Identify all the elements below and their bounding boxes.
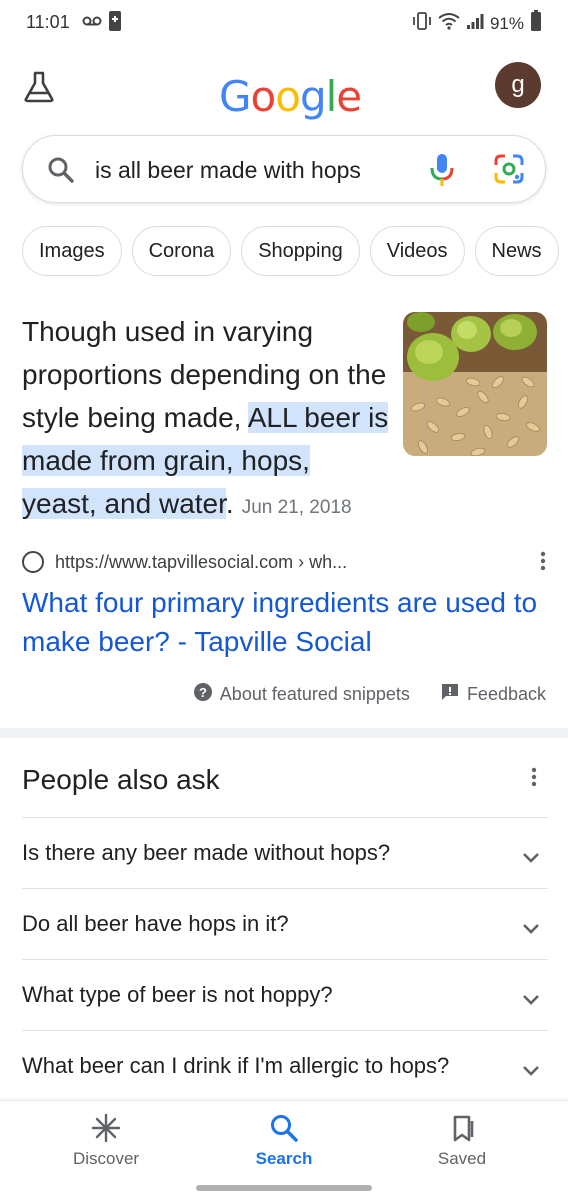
sim-icon [108, 10, 122, 37]
logo-letter: G [219, 72, 252, 121]
signal-icon [466, 12, 484, 35]
svg-text:?: ? [199, 685, 207, 700]
chip-shopping[interactable]: Shopping [241, 226, 360, 276]
chevron-down-icon [522, 986, 540, 1012]
more-options-icon[interactable] [540, 550, 546, 577]
battery-icon [530, 10, 542, 37]
saved-bookmark-icon [453, 1115, 474, 1142]
paa-question[interactable]: What beer can I drink if I'm allergic to… [22, 1030, 548, 1101]
snippet-text-after: . [225, 488, 234, 519]
chip-videos[interactable]: Videos [369, 226, 465, 276]
logo-letter: l [325, 72, 338, 121]
google-app-screen: 11:01 91% Google g is all beer made with… [0, 0, 568, 1200]
chevron-down-icon [522, 1057, 540, 1083]
section-divider [0, 728, 568, 738]
feedback-icon [440, 682, 460, 707]
search-filter-chips: Images Corona Shopping Videos News [22, 226, 559, 276]
nav-saved[interactable]: Saved [392, 1113, 532, 1169]
chip-news[interactable]: News [474, 226, 559, 276]
paa-question-text: What beer can I drink if I'm allergic to… [22, 1053, 450, 1078]
paa-more-options-icon[interactable] [531, 766, 537, 793]
feedback-button[interactable]: Feedback [440, 682, 546, 707]
status-bar: 11:01 91% [0, 0, 568, 46]
snippet-date: Jun 21, 2018 [241, 497, 352, 518]
about-featured-snippets[interactable]: ? About featured snippets [193, 682, 410, 707]
logo-letter: o [250, 72, 277, 121]
result-title-link[interactable]: What four primary ingredients are used t… [22, 583, 542, 661]
paa-question-text: Is there any beer made without hops? [22, 840, 391, 865]
chip-images[interactable]: Images [22, 226, 122, 276]
snippet-meta: ? About featured snippets Feedback [193, 682, 546, 707]
discover-asterisk-icon [91, 1113, 121, 1143]
google-lens-icon[interactable] [493, 153, 525, 190]
nav-discover-label: Discover [72, 1149, 140, 1168]
chevron-down-icon [522, 844, 540, 870]
labs-flask-icon[interactable] [22, 70, 56, 104]
search-box[interactable] [22, 135, 546, 203]
snippet-source[interactable]: https://www.tapvillesocial.com › wh... [22, 550, 548, 576]
hops-and-grain-image[interactable] [403, 312, 547, 456]
paa-question-text: Do all beer have hops in it? [22, 911, 289, 936]
account-avatar[interactable]: g [495, 62, 541, 108]
nav-discover[interactable]: Discover [36, 1113, 176, 1169]
chevron-down-icon [522, 915, 540, 941]
paa-question-text: What type of beer is not hoppy? [22, 982, 333, 1007]
logo-letter: o [275, 72, 301, 121]
search-input[interactable] [95, 150, 395, 190]
status-right: 91% [412, 10, 542, 37]
home-indicator[interactable] [196, 1185, 372, 1191]
voice-search-mic-icon[interactable] [429, 153, 455, 192]
people-also-ask-title: People also ask [22, 764, 220, 795]
featured-snippet-text: Though used in varying proportions depen… [22, 310, 392, 529]
google-logo: Google [219, 72, 362, 121]
paa-question[interactable]: What type of beer is not hoppy? [22, 959, 548, 1030]
status-time: 11:01 [26, 12, 70, 32]
battery-percent: 91% [489, 13, 524, 33]
voicemail-icon [82, 11, 102, 36]
chip-corona[interactable]: Corona [131, 226, 232, 276]
feedback-label: Feedback [466, 684, 546, 704]
nav-search[interactable]: Search [214, 1113, 354, 1169]
logo-letter: g [299, 72, 327, 121]
search-icon [47, 156, 75, 189]
wifi-icon [438, 11, 460, 36]
nav-saved-label: Saved [437, 1149, 487, 1168]
people-also-ask-list: Is there any beer made without hops? Do … [22, 817, 548, 1101]
help-icon: ? [193, 682, 213, 707]
nav-search-label: Search [255, 1149, 313, 1168]
paa-question[interactable]: Do all beer have hops in it? [22, 888, 548, 959]
nav-search-icon [271, 1115, 298, 1142]
paa-question[interactable]: Is there any beer made without hops? [22, 817, 548, 888]
source-url[interactable]: https://www.tapvillesocial.com › wh... [55, 552, 347, 573]
about-label: About featured snippets [219, 684, 410, 704]
site-favicon-icon [22, 551, 44, 573]
vibrate-icon [412, 11, 432, 36]
logo-letter: e [336, 72, 362, 121]
